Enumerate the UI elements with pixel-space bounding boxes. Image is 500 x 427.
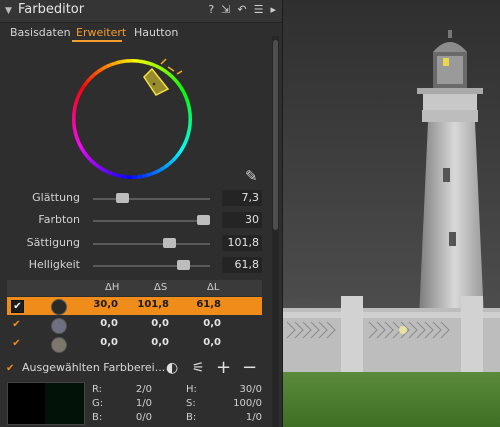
cell-ds: 101,8 — [137, 299, 169, 310]
readout-h-value: 30/0 — [239, 384, 262, 395]
readout-r-value: 2/0 — [135, 384, 152, 395]
table-header: ΔH ΔS ΔL — [7, 280, 262, 296]
slider-thumb[interactable] — [116, 193, 130, 203]
slider-value-field[interactable]: 101,8 — [222, 235, 262, 251]
slider-track[interactable] — [93, 198, 210, 200]
tab-basisdaten[interactable]: Basisdaten — [10, 26, 71, 39]
reset-icon[interactable]: ↶ — [237, 3, 246, 16]
cell-ds: 0,0 — [151, 337, 169, 348]
slider-value-field[interactable]: 61,8 — [222, 257, 262, 273]
slider-thumb[interactable] — [163, 238, 177, 248]
selection-label: Ausgewählten Farbberei... — [22, 361, 166, 374]
slider-track[interactable] — [93, 243, 210, 245]
cell-dl: 61,8 — [196, 299, 221, 310]
color-swatch — [51, 299, 67, 315]
readout-g-value: 1/0 — [135, 398, 152, 409]
cell-ds: 0,0 — [151, 318, 169, 329]
panel-titlebar: ▼ Farbeditor ? ⇲ ↶ ☰ ▸ — [0, 0, 282, 23]
scroll-thumb[interactable] — [273, 40, 278, 230]
row-checkbox[interactable]: ✔ — [11, 338, 22, 349]
remove-icon[interactable]: − — [242, 359, 257, 377]
readout-b: B: 0/0 — [92, 412, 162, 426]
preview-before — [8, 383, 45, 424]
tab-hautton[interactable]: Hautton — [134, 26, 178, 39]
show-selection-checkbox[interactable]: ✔ — [6, 363, 14, 374]
slider-helligkeit: Helligkeit 61,8 — [0, 257, 270, 275]
header-ds: ΔS — [154, 282, 168, 293]
preview-after — [46, 383, 83, 424]
header-dl: ΔL — [207, 282, 220, 293]
slider-value-field[interactable]: 7,3 — [222, 190, 262, 206]
readout-bv-value: 1/0 — [245, 412, 262, 423]
cell-dh: 0,0 — [100, 337, 118, 348]
slider-value-field[interactable]: 30 — [222, 212, 262, 228]
slider-label: Farbton — [38, 213, 80, 226]
readout-b-value: 0/0 — [135, 412, 152, 423]
cell-dl: 0,0 — [203, 337, 221, 348]
readout-bv: B: 1/0 — [186, 412, 266, 426]
tab-erweitert[interactable]: Erweitert — [76, 26, 126, 39]
collapse-triangle-icon[interactable]: ▼ — [5, 6, 12, 16]
slider-glaettung: Glättung 7,3 — [0, 190, 270, 208]
row-checkbox[interactable]: ✔ — [11, 300, 24, 313]
wand-icon[interactable]: ⚟ — [192, 360, 205, 376]
cell-dh: 0,0 — [100, 318, 118, 329]
color-swatch — [51, 318, 67, 334]
cell-dl: 0,0 — [203, 318, 221, 329]
slider-thumb[interactable] — [177, 260, 191, 270]
row-checkbox[interactable]: ✔ — [11, 319, 22, 330]
slider-thumb[interactable] — [196, 215, 210, 225]
panel-title: Farbeditor — [18, 2, 85, 17]
readout-h: H: 30/0 — [186, 384, 266, 398]
slider-label: Helligkeit — [28, 258, 80, 271]
color-preview — [7, 382, 85, 425]
readout-r: R: 2/0 — [92, 384, 162, 398]
active-tab-indicator — [72, 40, 122, 42]
image-preview[interactable] — [283, 0, 500, 427]
tab-bar: Basisdaten Erweitert Hautton — [0, 23, 282, 43]
table-row[interactable]: ✔ 0,0 0,0 0,0 — [7, 316, 262, 334]
readout-s: S: 100/0 — [186, 398, 266, 412]
lighthouse-photo — [283, 0, 500, 427]
help-icon[interactable]: ? — [208, 3, 214, 16]
more-icon[interactable]: ▸ — [270, 3, 276, 16]
color-range-icon[interactable]: ◐ — [166, 360, 178, 376]
add-icon[interactable]: + — [216, 359, 231, 377]
cell-dh: 30,0 — [93, 299, 118, 310]
color-swatch — [51, 337, 67, 353]
expand-icon[interactable]: ⇲ — [221, 3, 230, 16]
table-row[interactable]: ✔ 30,0 101,8 61,8 — [7, 297, 262, 315]
eyedropper-icon[interactable]: ✎ — [245, 167, 258, 185]
slider-track[interactable] — [93, 265, 210, 267]
table-row[interactable]: ✔ 0,0 0,0 0,0 — [7, 335, 262, 353]
color-wheel[interactable] — [70, 57, 194, 181]
slider-track[interactable] — [93, 220, 210, 222]
slider-label: Sättigung — [26, 236, 80, 249]
header-dh: ΔH — [105, 282, 120, 293]
readout-s-value: 100/0 — [233, 398, 262, 409]
menu-icon[interactable]: ☰ — [254, 3, 264, 16]
color-editor-panel: ▼ Farbeditor ? ⇲ ↶ ☰ ▸ Basisdaten Erweit… — [0, 0, 283, 427]
slider-saettigung: Sättigung 101,8 — [0, 235, 270, 253]
slider-label: Glättung — [32, 191, 80, 204]
selection-row: ✔ Ausgewählten Farbberei... ◐ ⚟ + − — [4, 359, 274, 378]
slider-farbton: Farbton 30 — [0, 212, 270, 230]
readout-g: G: 1/0 — [92, 398, 162, 412]
